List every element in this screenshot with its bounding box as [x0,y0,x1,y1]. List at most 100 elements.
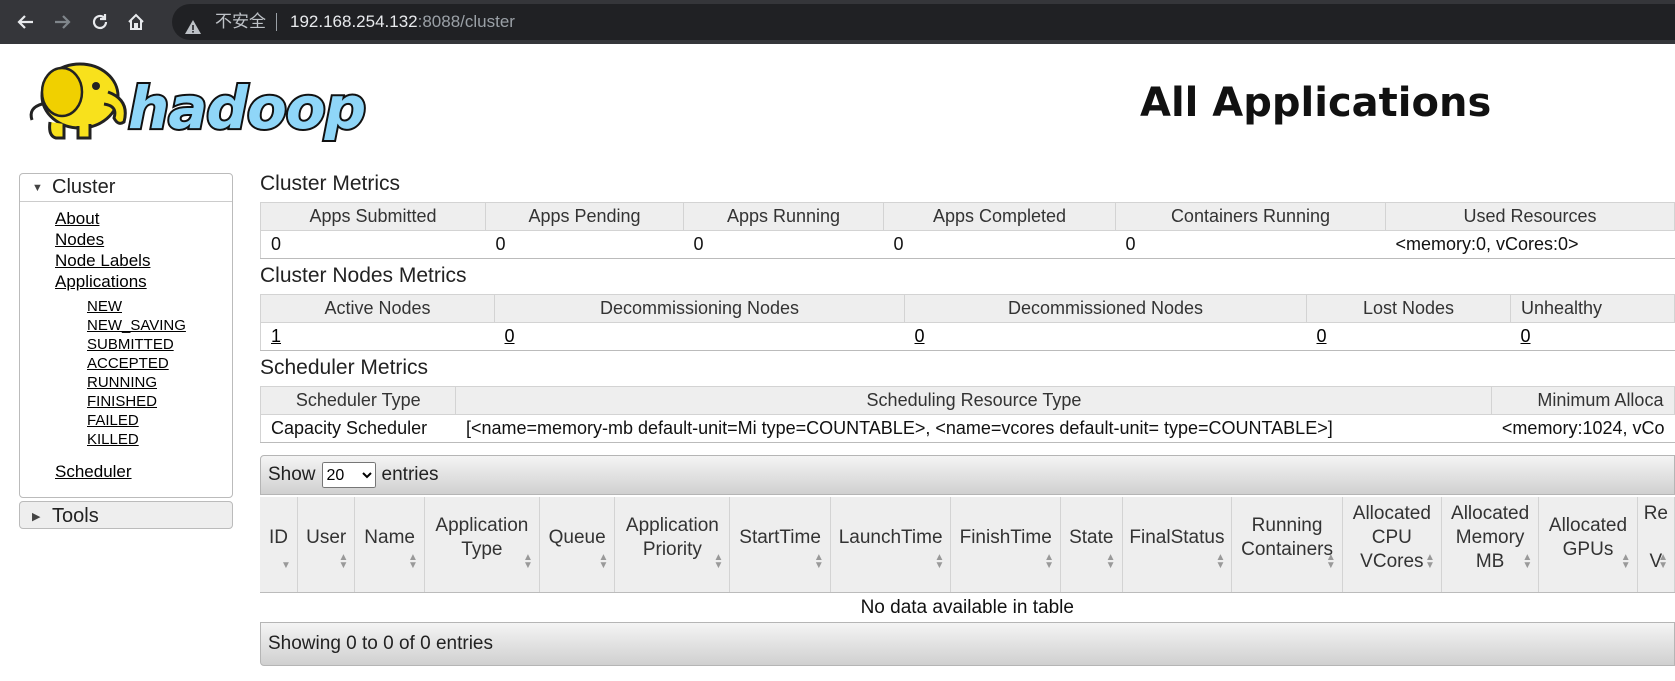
sort-both-icon: ▲ ▼ [1215,551,1226,571]
divider [276,13,277,31]
security-label: 不安全 [215,12,266,31]
page-size-select[interactable]: 20 [321,462,376,488]
table-row: 1 0 0 0 0 [261,323,1675,351]
home-icon[interactable] [122,8,150,36]
nav-state-new[interactable]: NEW [87,298,122,315]
nav-link-applications[interactable]: Applications [55,272,147,292]
forward-arrow-icon[interactable] [48,8,76,36]
sort-desc-icon: ▼ [280,559,291,571]
column-header-sortable[interactable]: Running Containers ▲ ▼ [1231,497,1343,593]
metric-value: 0 [1511,323,1675,351]
table-header-row: ID ▼ User ▲ ▼ Name ▲ ▼ Application Type ▲ ▼ Queue ▲ ▼ A… [260,497,1675,593]
applications-table: ID ▼ User ▲ ▼ Name ▲ ▼ Application Type ▲ ▼ Queue ▲ ▼ A… [260,497,1675,624]
decommissioned-nodes-link[interactable]: 0 [915,326,925,346]
nav-state-running[interactable]: RUNNING [87,374,157,391]
active-nodes-link[interactable]: 1 [271,326,281,346]
column-header: Lost Nodes [1306,294,1511,323]
table-header-row: Scheduler Type Scheduling Resource Type … [260,386,1675,415]
apps-table-footer: Showing 0 to 0 of 0 entries [260,622,1675,666]
column-header: Minimum Alloca [1491,386,1675,415]
table-row: Capacity Scheduler [<name=memory-mb defa… [261,415,1675,443]
sort-both-icon: ▲ ▼ [598,551,609,571]
metric-value: 0 [693,234,704,254]
column-header: Apps Pending [485,202,684,231]
column-header-sortable[interactable]: Name ▲ ▼ [354,497,425,593]
empty-message: No data available in table [860,597,1074,619]
table-row: 0 0 0 0 0 <memory:0, vCores:0> [261,231,1675,259]
column-header-sortable[interactable]: Allocated CPU VCores ▲ ▼ [1342,497,1442,593]
metric-value: <memory:0, vCores:0> [1395,234,1579,254]
column-header: Used Resources [1385,202,1675,231]
svg-text:hadoop: hadoop [128,74,365,142]
tools-nav-label: Tools [52,504,99,527]
tools-nav-header[interactable]: ▶ Tools [20,502,232,530]
column-header: Decommissioned Nodes [904,294,1307,323]
apps-table-toolbar: Show 20 entries [260,455,1675,495]
nav-state-new-saving[interactable]: NEW_SAVING [87,317,186,334]
column-header-sortable[interactable]: FinalStatus ▲ ▼ [1122,497,1233,593]
nav-link-node-labels[interactable]: Node Labels [55,251,150,271]
decommissioning-nodes-link[interactable]: 0 [505,326,515,346]
nav-link-scheduler[interactable]: Scheduler [55,462,132,482]
sort-both-icon: ▲ ▼ [1620,551,1631,571]
sort-both-icon: ▲ ▼ [1325,551,1336,571]
nav-state-finished[interactable]: FINISHED [87,393,157,410]
sort-both-icon: ▲ ▼ [1425,551,1435,571]
cluster-metrics-title: Cluster Metrics [260,172,401,195]
sort-both-icon: ▲ ▼ [1658,551,1668,571]
scheduler-metrics-table: Scheduler Type Scheduling Resource Type … [260,386,1675,443]
tools-nav-panel: ▶ Tools [19,501,233,529]
column-header-sortable[interactable]: ID ▼ [260,497,298,593]
metric-value: 0 [905,323,1307,351]
show-label: Show [268,464,316,485]
nav-state-accepted[interactable]: ACCEPTED [87,355,169,372]
column-header: Apps Running [683,202,884,231]
back-arrow-icon[interactable] [12,8,40,36]
warning-icon[interactable] [184,13,202,49]
column-header-sortable[interactable]: Application Type ▲ ▼ [424,497,540,593]
lost-nodes-link[interactable]: 0 [1317,326,1327,346]
sort-both-icon: ▲ ▼ [407,551,418,571]
entries-info: Showing 0 to 0 of 0 entries [268,633,493,654]
triangle-down-icon: ▼ [32,181,43,194]
empty-row: No data available in table [260,592,1675,624]
column-header-sortable[interactable]: FinishTime ▲ ▼ [950,497,1061,593]
page-title: All Applications [1140,80,1492,126]
reload-icon[interactable] [86,8,114,36]
column-header-sortable[interactable]: User ▲ ▼ [297,497,356,593]
sort-both-icon: ▲ ▼ [934,551,945,571]
unhealthy-nodes-link[interactable]: 0 [1521,326,1531,346]
column-header-sortable[interactable]: Allocated GPUs ▲ ▼ [1538,497,1638,593]
table-header-row: Active Nodes Decommissioning Nodes Decom… [260,294,1675,323]
metric-value: 0 [1307,323,1511,351]
metric-value: 0 [495,323,905,351]
address-bar[interactable]: 不安全 192.168.254.132:8088/cluster [172,4,1675,40]
column-header-sortable[interactable]: State ▲ ▼ [1060,497,1123,593]
column-header-sortable[interactable]: Re V ▲ ▼ [1637,497,1675,593]
sort-both-icon: ▲ ▼ [1522,551,1533,571]
sort-both-icon: ▲ ▼ [713,551,724,571]
nav-state-failed[interactable]: FAILED [87,412,139,429]
column-header: Apps Submitted [260,202,486,231]
nav-state-submitted[interactable]: SUBMITTED [87,336,174,353]
sort-both-icon: ▲ ▼ [1044,551,1054,571]
column-header-sortable[interactable]: Application Priority ▲ ▼ [614,497,731,593]
metric-value: 0 [1125,234,1136,254]
column-header: Unhealthy [1510,294,1675,323]
cluster-nav-label: Cluster [52,176,116,198]
node-metrics-table: Active Nodes Decommissioning Nodes Decom… [260,294,1675,351]
sort-both-icon: ▲ ▼ [523,551,533,571]
nav-link-nodes[interactable]: Nodes [55,230,104,250]
nav-state-killed[interactable]: KILLED [87,431,139,448]
nav-link-about[interactable]: About [55,209,99,229]
browser-toolbar: 不安全 192.168.254.132:8088/cluster [0,0,1675,44]
column-header-sortable[interactable]: StartTime ▲ ▼ [729,497,831,593]
table-header-row: Apps Submitted Apps Pending Apps Running… [260,202,1675,231]
column-header-sortable[interactable]: LaunchTime ▲ ▼ [830,497,952,593]
column-header: Containers Running [1115,202,1386,231]
url-text[interactable]: 192.168.254.132:8088/cluster [290,4,515,40]
column-header: Active Nodes [260,294,495,323]
cluster-nav-header[interactable]: ▼ Cluster [20,174,232,202]
column-header-sortable[interactable]: Allocated Memory MB ▲ ▼ [1441,497,1540,593]
column-header-sortable[interactable]: Queue ▲ ▼ [539,497,616,593]
